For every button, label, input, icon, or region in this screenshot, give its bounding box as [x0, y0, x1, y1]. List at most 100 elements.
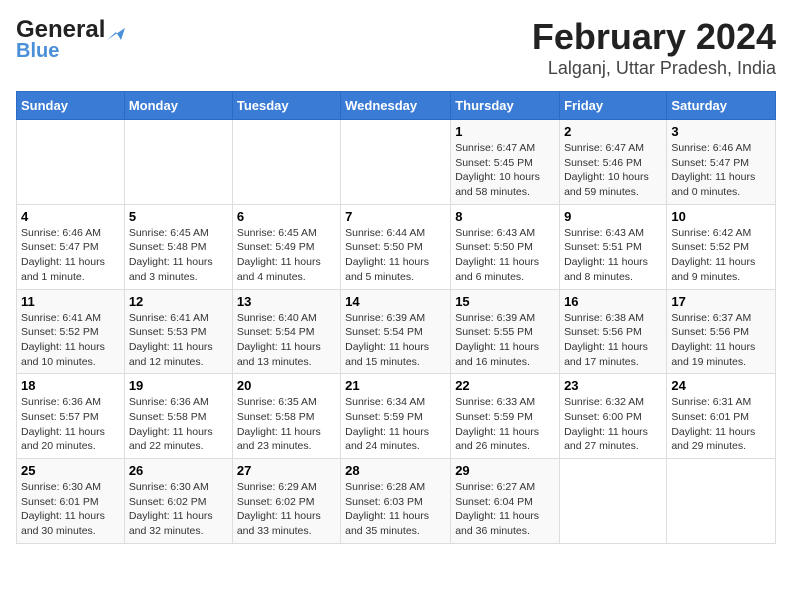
day-number: 28	[345, 463, 446, 478]
logo-bird-icon	[107, 20, 125, 40]
day-cell: 18 Sunrise: 6:36 AM Sunset: 5:57 PM Dayli…	[17, 374, 125, 459]
day-cell: 24 Sunrise: 6:31 AM Sunset: 6:01 PM Dayli…	[667, 374, 776, 459]
day-cell: 21Sunrise: 6:34 AM Sunset: 5:59 PM Dayli…	[341, 374, 451, 459]
day-info: Sunrise: 6:41 AM Sunset: 5:52 PM Dayligh…	[21, 311, 120, 370]
day-info: Sunrise: 6:29 AM Sunset: 6:02 PM Dayligh…	[237, 480, 336, 539]
day-number: 10	[671, 209, 771, 224]
day-info: Sunrise: 6:41 AM Sunset: 5:53 PM Dayligh…	[129, 311, 228, 370]
day-info: Sunrise: 6:35 AM Sunset: 5:58 PM Dayligh…	[237, 395, 336, 454]
day-number: 9	[564, 209, 662, 224]
header-cell-tuesday: Tuesday	[232, 92, 340, 120]
day-cell: 6 Sunrise: 6:45 AM Sunset: 5:49 PM Daylig…	[232, 204, 340, 289]
day-cell	[232, 120, 340, 205]
day-number: 22	[455, 378, 555, 393]
day-info: Sunrise: 6:47 AM Sunset: 5:45 PM Dayligh…	[455, 141, 555, 200]
day-number: 12	[129, 294, 228, 309]
day-info: Sunrise: 6:30 AM Sunset: 6:02 PM Dayligh…	[129, 480, 228, 539]
day-number: 4	[21, 209, 120, 224]
week-row-2: 4 Sunrise: 6:46 AM Sunset: 5:47 PM Daylig…	[17, 204, 776, 289]
calendar-title: February 2024	[532, 16, 776, 58]
day-info: Sunrise: 6:36 AM Sunset: 5:58 PM Dayligh…	[129, 395, 228, 454]
day-cell	[17, 120, 125, 205]
day-cell: 7 Sunrise: 6:44 AM Sunset: 5:50 PM Daylig…	[341, 204, 451, 289]
day-number: 3	[671, 124, 771, 139]
header-cell-sunday: Sunday	[17, 92, 125, 120]
day-number: 26	[129, 463, 228, 478]
day-info: Sunrise: 6:36 AM Sunset: 5:57 PM Dayligh…	[21, 395, 120, 454]
day-number: 27	[237, 463, 336, 478]
day-cell: 2Sunrise: 6:47 AM Sunset: 5:46 PM Daylig…	[560, 120, 667, 205]
day-cell: 17 Sunrise: 6:37 AM Sunset: 5:56 PM Dayli…	[667, 289, 776, 374]
header-cell-thursday: Thursday	[451, 92, 560, 120]
page-header: General Blue February 2024 Lalganj, Utta…	[16, 16, 776, 79]
day-number: 20	[237, 378, 336, 393]
day-info: Sunrise: 6:46 AM Sunset: 5:47 PM Dayligh…	[21, 226, 120, 285]
day-cell: 3 Sunrise: 6:46 AM Sunset: 5:47 PM Daylig…	[667, 120, 776, 205]
day-cell: 8 Sunrise: 6:43 AM Sunset: 5:50 PM Daylig…	[451, 204, 560, 289]
day-info: Sunrise: 6:33 AM Sunset: 5:59 PM Dayligh…	[455, 395, 555, 454]
logo: General Blue	[16, 16, 125, 63]
day-cell: 25Sunrise: 6:30 AM Sunset: 6:01 PM Dayli…	[17, 459, 125, 544]
calendar-header-row: SundayMondayTuesdayWednesdayThursdayFrid…	[17, 92, 776, 120]
day-cell: 26 Sunrise: 6:30 AM Sunset: 6:02 PM Dayli…	[124, 459, 232, 544]
day-number: 29	[455, 463, 555, 478]
day-number: 8	[455, 209, 555, 224]
header-cell-friday: Friday	[560, 92, 667, 120]
day-cell: 1Sunrise: 6:47 AM Sunset: 5:45 PM Daylig…	[451, 120, 560, 205]
day-cell	[341, 120, 451, 205]
day-cell: 12 Sunrise: 6:41 AM Sunset: 5:53 PM Dayli…	[124, 289, 232, 374]
day-number: 24	[671, 378, 771, 393]
day-cell	[667, 459, 776, 544]
day-info: Sunrise: 6:32 AM Sunset: 6:00 PM Dayligh…	[564, 395, 662, 454]
day-cell: 11 Sunrise: 6:41 AM Sunset: 5:52 PM Dayli…	[17, 289, 125, 374]
day-number: 17	[671, 294, 771, 309]
day-info: Sunrise: 6:37 AM Sunset: 5:56 PM Dayligh…	[671, 311, 771, 370]
day-number: 5	[129, 209, 228, 224]
day-info: Sunrise: 6:27 AM Sunset: 6:04 PM Dayligh…	[455, 480, 555, 539]
week-row-5: 25Sunrise: 6:30 AM Sunset: 6:01 PM Dayli…	[17, 459, 776, 544]
day-cell: 5Sunrise: 6:45 AM Sunset: 5:48 PM Daylig…	[124, 204, 232, 289]
day-number: 25	[21, 463, 120, 478]
day-number: 15	[455, 294, 555, 309]
day-info: Sunrise: 6:47 AM Sunset: 5:46 PM Dayligh…	[564, 141, 662, 200]
header-cell-saturday: Saturday	[667, 92, 776, 120]
day-cell: 23 Sunrise: 6:32 AM Sunset: 6:00 PM Dayli…	[560, 374, 667, 459]
calendar-table: SundayMondayTuesdayWednesdayThursdayFrid…	[16, 91, 776, 544]
day-cell: 20 Sunrise: 6:35 AM Sunset: 5:58 PM Dayli…	[232, 374, 340, 459]
day-number: 23	[564, 378, 662, 393]
day-cell	[124, 120, 232, 205]
day-info: Sunrise: 6:39 AM Sunset: 5:55 PM Dayligh…	[455, 311, 555, 370]
day-number: 16	[564, 294, 662, 309]
day-number: 21	[345, 378, 446, 393]
title-block: February 2024 Lalganj, Uttar Pradesh, In…	[532, 16, 776, 79]
day-cell: 13Sunrise: 6:40 AM Sunset: 5:54 PM Dayli…	[232, 289, 340, 374]
header-cell-monday: Monday	[124, 92, 232, 120]
day-info: Sunrise: 6:44 AM Sunset: 5:50 PM Dayligh…	[345, 226, 446, 285]
day-number: 6	[237, 209, 336, 224]
day-cell: 29 Sunrise: 6:27 AM Sunset: 6:04 PM Dayli…	[451, 459, 560, 544]
day-cell: 9Sunrise: 6:43 AM Sunset: 5:51 PM Daylig…	[560, 204, 667, 289]
day-info: Sunrise: 6:43 AM Sunset: 5:50 PM Dayligh…	[455, 226, 555, 285]
day-info: Sunrise: 6:42 AM Sunset: 5:52 PM Dayligh…	[671, 226, 771, 285]
day-info: Sunrise: 6:46 AM Sunset: 5:47 PM Dayligh…	[671, 141, 771, 200]
header-cell-wednesday: Wednesday	[341, 92, 451, 120]
day-info: Sunrise: 6:45 AM Sunset: 5:49 PM Dayligh…	[237, 226, 336, 285]
day-number: 11	[21, 294, 120, 309]
week-row-4: 18 Sunrise: 6:36 AM Sunset: 5:57 PM Dayli…	[17, 374, 776, 459]
day-cell: 28 Sunrise: 6:28 AM Sunset: 6:03 PM Dayli…	[341, 459, 451, 544]
day-number: 7	[345, 209, 446, 224]
day-info: Sunrise: 6:40 AM Sunset: 5:54 PM Dayligh…	[237, 311, 336, 370]
day-info: Sunrise: 6:38 AM Sunset: 5:56 PM Dayligh…	[564, 311, 662, 370]
day-cell: 16 Sunrise: 6:38 AM Sunset: 5:56 PM Dayli…	[560, 289, 667, 374]
calendar-subtitle: Lalganj, Uttar Pradesh, India	[532, 58, 776, 79]
day-cell: 22 Sunrise: 6:33 AM Sunset: 5:59 PM Dayli…	[451, 374, 560, 459]
day-cell: 19 Sunrise: 6:36 AM Sunset: 5:58 PM Dayli…	[124, 374, 232, 459]
day-number: 18	[21, 378, 120, 393]
day-info: Sunrise: 6:39 AM Sunset: 5:54 PM Dayligh…	[345, 311, 446, 370]
day-info: Sunrise: 6:28 AM Sunset: 6:03 PM Dayligh…	[345, 480, 446, 539]
day-cell: 27 Sunrise: 6:29 AM Sunset: 6:02 PM Dayli…	[232, 459, 340, 544]
day-number: 14	[345, 294, 446, 309]
day-number: 19	[129, 378, 228, 393]
day-cell: 14 Sunrise: 6:39 AM Sunset: 5:54 PM Dayli…	[341, 289, 451, 374]
day-info: Sunrise: 6:31 AM Sunset: 6:01 PM Dayligh…	[671, 395, 771, 454]
